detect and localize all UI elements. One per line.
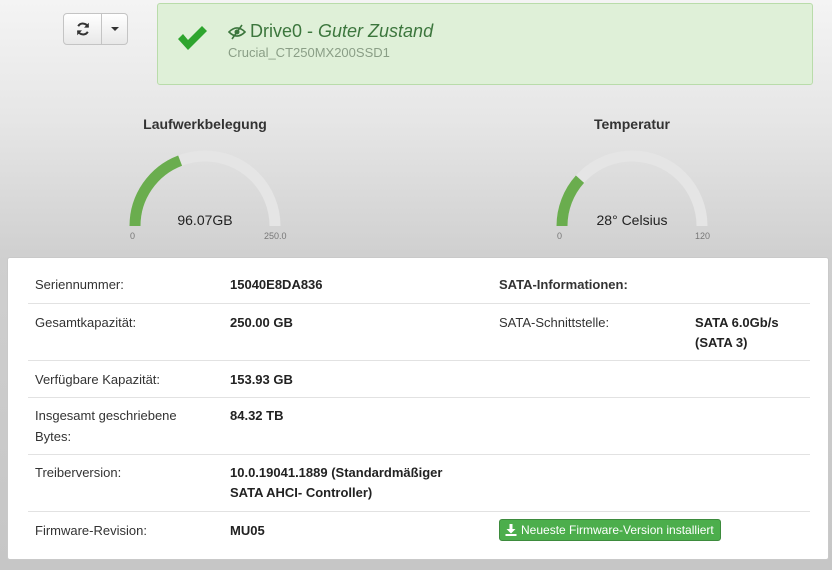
table-row: Firmware-Revision: MU05 Neueste Firmware…	[28, 511, 810, 552]
temperature-gauge-min: 0	[557, 231, 563, 241]
refresh-icon	[76, 22, 89, 36]
title-separator: -	[302, 21, 319, 41]
firmware-button-label: Neueste Firmware-Version installiert	[521, 523, 714, 537]
firmware-label: Firmware-Revision:	[35, 523, 147, 538]
usage-gauge-max: 250.0	[264, 231, 287, 241]
free-capacity-value: 153.93 GB	[230, 372, 293, 387]
refresh-dropdown-button[interactable]	[102, 13, 128, 45]
driver-version-value-line1: 10.0.19041.1889 (Standardmäßiger	[230, 465, 443, 480]
table-row: Insgesamt geschriebene Bytes: 84.32 TB	[28, 397, 810, 455]
sata-interface-value-line1: SATA 6.0Gb/s	[695, 315, 779, 330]
serial-label: Seriennummer:	[35, 277, 124, 292]
table-row: Treiberversion: 10.0.19041.1889 (Standar…	[28, 454, 810, 512]
eye-icon[interactable]	[228, 23, 246, 41]
driver-version-label: Treiberversion:	[35, 465, 122, 480]
usage-gauge-value: 96.07GB	[177, 212, 233, 228]
free-capacity-label: Verfügbare Kapazität:	[35, 372, 161, 387]
usage-gauge-min: 0	[130, 231, 136, 241]
table-row: Verfügbare Kapazität: 153.93 GB	[28, 360, 810, 398]
firmware-latest-button[interactable]: Neueste Firmware-Version installiert	[499, 519, 721, 541]
bytes-written-label-line1: Insgesamt geschriebene	[35, 408, 177, 423]
drive-status-panel: Drive0 - Guter Zustand Crucial_CT250MX20…	[157, 3, 813, 85]
table-row: Seriennummer: 15040E8DA836 SATA-Informat…	[28, 275, 810, 303]
sata-interface-value-line2: (SATA 3)	[695, 335, 748, 350]
bytes-written-value: 84.32 TB	[230, 408, 284, 423]
firmware-value: MU05	[230, 523, 265, 538]
usage-gauge: Laufwerkbelegung 96.07GB 0 250.0	[105, 113, 305, 248]
table-row: Gesamtkapazität: 250.00 GB SATA-Schnitts…	[28, 303, 810, 361]
caret-down-icon	[110, 27, 119, 31]
temperature-gauge-value: 28° Celsius	[596, 212, 668, 228]
driver-version-value-line2: SATA AHCI- Controller)	[230, 485, 373, 500]
sata-interface-label: SATA-Schnittstelle:	[499, 315, 610, 330]
checkmark-icon	[178, 26, 207, 50]
sata-info-heading: SATA-Informationen:	[499, 277, 628, 292]
temperature-gauge: Temperatur 28° Celsius 0 120	[532, 113, 732, 248]
bytes-written-label-line2: Bytes:	[35, 429, 72, 444]
capacity-label: Gesamtkapazität:	[35, 315, 137, 330]
status-title: Drive0 - Guter Zustand	[228, 21, 433, 42]
drive-details-panel: Seriennummer: 15040E8DA836 SATA-Informat…	[7, 257, 829, 560]
refresh-button[interactable]	[63, 13, 102, 45]
drive-model: Crucial_CT250MX200SSD1	[228, 45, 390, 60]
drive-name: Drive0	[250, 21, 303, 41]
capacity-value: 250.00 GB	[230, 315, 293, 330]
serial-value: 15040E8DA836	[230, 277, 323, 292]
download-icon	[505, 524, 517, 536]
refresh-button-group	[63, 13, 128, 45]
health-state: Guter Zustand	[318, 21, 434, 41]
temperature-gauge-max: 120	[695, 231, 711, 241]
